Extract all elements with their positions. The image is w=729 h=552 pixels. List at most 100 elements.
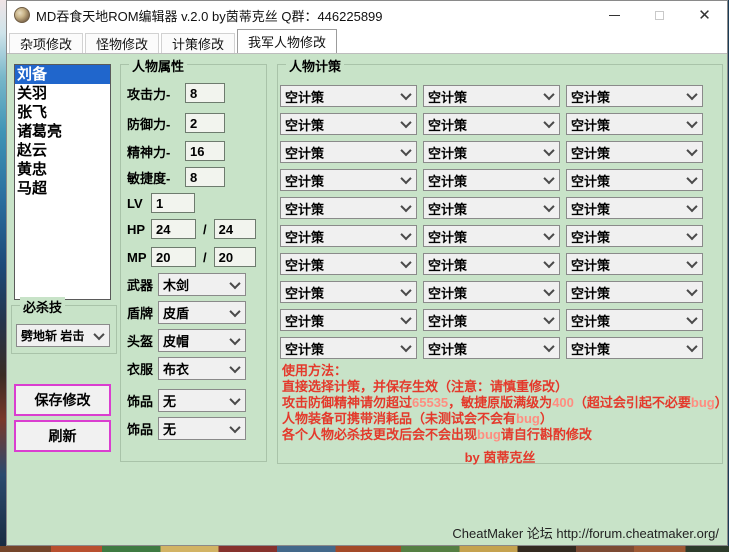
stat-label: 敏捷度- bbox=[127, 168, 185, 187]
mp-current-input[interactable]: 20 bbox=[151, 247, 196, 267]
chevron-down-icon bbox=[229, 277, 240, 288]
stat-input[interactable]: 8 bbox=[185, 83, 225, 103]
character-item[interactable]: 马超 bbox=[15, 179, 110, 198]
strategy-select-value: 空计策 bbox=[285, 199, 324, 218]
refresh-button[interactable]: 刷新 bbox=[14, 420, 111, 452]
strategy-select[interactable]: 空计策 bbox=[280, 85, 417, 107]
equipment-select-value: 无 bbox=[163, 391, 176, 410]
strategy-select[interactable]: 空计策 bbox=[566, 253, 703, 275]
strategy-select[interactable]: 空计策 bbox=[280, 309, 417, 331]
strategy-select[interactable]: 空计策 bbox=[566, 141, 703, 163]
equipment-select-value: 皮盾 bbox=[163, 303, 189, 322]
strategy-select-value: 空计策 bbox=[571, 311, 610, 330]
equipment-select[interactable]: 布衣 bbox=[158, 357, 246, 380]
mp-max-input[interactable]: 20 bbox=[214, 247, 256, 267]
chevron-down-icon bbox=[229, 421, 240, 432]
maximize-button[interactable] bbox=[637, 1, 682, 29]
character-item[interactable]: 张飞 bbox=[15, 103, 110, 122]
strategy-select[interactable]: 空计策 bbox=[566, 85, 703, 107]
strategy-select[interactable]: 空计策 bbox=[423, 169, 560, 191]
strategy-select-value: 空计策 bbox=[428, 171, 467, 190]
strategy-select[interactable]: 空计策 bbox=[423, 141, 560, 163]
hp-max-input[interactable]: 24 bbox=[214, 219, 256, 239]
character-item[interactable]: 关羽 bbox=[15, 84, 110, 103]
strategy-select-value: 空计策 bbox=[428, 115, 467, 134]
chevron-down-icon bbox=[543, 341, 554, 352]
strategy-select[interactable]: 空计策 bbox=[423, 337, 560, 359]
strategy-select-value: 空计策 bbox=[571, 227, 610, 246]
strategy-select[interactable]: 空计策 bbox=[423, 281, 560, 303]
chevron-down-icon bbox=[543, 201, 554, 212]
hp-current-input[interactable]: 24 bbox=[151, 219, 196, 239]
strategy-select[interactable]: 空计策 bbox=[280, 141, 417, 163]
chevron-down-icon bbox=[400, 201, 411, 212]
tab-我军人物修改[interactable]: 我军人物修改 bbox=[237, 29, 337, 53]
chevron-down-icon bbox=[229, 361, 240, 372]
lv-label: LV bbox=[127, 196, 151, 211]
strategy-select[interactable]: 空计策 bbox=[566, 337, 703, 359]
character-item[interactable]: 刘备 bbox=[15, 65, 110, 84]
strategy-select[interactable]: 空计策 bbox=[566, 197, 703, 219]
strategy-select[interactable]: 空计策 bbox=[423, 225, 560, 247]
minimize-button[interactable] bbox=[592, 1, 637, 29]
strategy-select[interactable]: 空计策 bbox=[566, 281, 703, 303]
chevron-down-icon bbox=[686, 89, 697, 100]
strategy-select[interactable]: 空计策 bbox=[280, 337, 417, 359]
stat-input[interactable]: 16 bbox=[185, 141, 225, 161]
equipment-select[interactable]: 木剑 bbox=[158, 273, 246, 296]
strategy-select[interactable]: 空计策 bbox=[280, 281, 417, 303]
strategy-select[interactable]: 空计策 bbox=[280, 225, 417, 247]
app-icon bbox=[14, 7, 30, 23]
close-button[interactable]: ✕ bbox=[682, 1, 727, 29]
strategy-select[interactable]: 空计策 bbox=[280, 169, 417, 191]
attributes-groupbox: 人物属性 攻击力-8防御力-2精神力-16敏捷度-8 LV 1 HP 24 / … bbox=[120, 64, 267, 462]
instruction-line: 攻击防御精神请勿超过65535，敏捷原版满级为400（超过会引起不必要bug） bbox=[282, 395, 722, 411]
equipment-select[interactable]: 无 bbox=[158, 389, 246, 412]
chevron-down-icon bbox=[543, 145, 554, 156]
tab-怪物修改[interactable]: 怪物修改 bbox=[85, 33, 159, 53]
strategy-select[interactable]: 空计策 bbox=[423, 197, 560, 219]
stat-row: 防御力-2 bbox=[127, 113, 225, 133]
equipment-select[interactable]: 皮帽 bbox=[158, 329, 246, 352]
chevron-down-icon bbox=[400, 117, 411, 128]
strategy-select[interactable]: 空计策 bbox=[280, 113, 417, 135]
strategy-select-value: 空计策 bbox=[285, 115, 324, 134]
strategy-select[interactable]: 空计策 bbox=[280, 253, 417, 275]
strategy-select[interactable]: 空计策 bbox=[566, 225, 703, 247]
character-listbox[interactable]: 刘备关羽张飞诸葛亮赵云黄忠马超 bbox=[14, 64, 111, 300]
strategy-select[interactable]: 空计策 bbox=[423, 85, 560, 107]
strategy-select[interactable]: 空计策 bbox=[423, 113, 560, 135]
chevron-down-icon bbox=[543, 285, 554, 296]
special-skill-label: 必杀技 bbox=[20, 297, 65, 316]
stat-input[interactable]: 8 bbox=[185, 167, 225, 187]
tab-杂项修改[interactable]: 杂项修改 bbox=[9, 33, 83, 53]
special-skill-select[interactable]: 劈地斩 岩击 bbox=[16, 324, 110, 347]
lv-input[interactable]: 1 bbox=[151, 193, 195, 213]
stat-row: 精神力-16 bbox=[127, 141, 225, 161]
character-item[interactable]: 诸葛亮 bbox=[15, 122, 110, 141]
strategy-select[interactable]: 空计策 bbox=[566, 169, 703, 191]
strategy-select-value: 空计策 bbox=[285, 143, 324, 162]
chevron-down-icon bbox=[686, 117, 697, 128]
mp-row: MP 20 / 20 bbox=[127, 247, 256, 267]
equipment-select[interactable]: 皮盾 bbox=[158, 301, 246, 324]
save-button[interactable]: 保存修改 bbox=[14, 384, 111, 416]
strategy-select-value: 空计策 bbox=[428, 199, 467, 218]
strategy-select[interactable]: 空计策 bbox=[423, 309, 560, 331]
character-item[interactable]: 黄忠 bbox=[15, 160, 110, 179]
stat-label: 精神力- bbox=[127, 142, 185, 161]
equipment-label: 头盔 bbox=[127, 331, 158, 350]
tab-计策修改[interactable]: 计策修改 bbox=[161, 33, 235, 53]
hp-slash: / bbox=[203, 222, 207, 237]
stat-input[interactable]: 2 bbox=[185, 113, 225, 133]
equipment-select[interactable]: 无 bbox=[158, 417, 246, 440]
special-skill-groupbox: 必杀技 劈地斩 岩击 bbox=[11, 305, 117, 354]
strategy-select[interactable]: 空计策 bbox=[423, 253, 560, 275]
instruction-line: 使用方法： bbox=[282, 363, 722, 379]
hp-row: HP 24 / 24 bbox=[127, 219, 256, 239]
strategy-select[interactable]: 空计策 bbox=[566, 113, 703, 135]
strategy-select[interactable]: 空计策 bbox=[280, 197, 417, 219]
character-item[interactable]: 赵云 bbox=[15, 141, 110, 160]
strategy-select[interactable]: 空计策 bbox=[566, 309, 703, 331]
window-controls: ✕ bbox=[592, 1, 727, 29]
